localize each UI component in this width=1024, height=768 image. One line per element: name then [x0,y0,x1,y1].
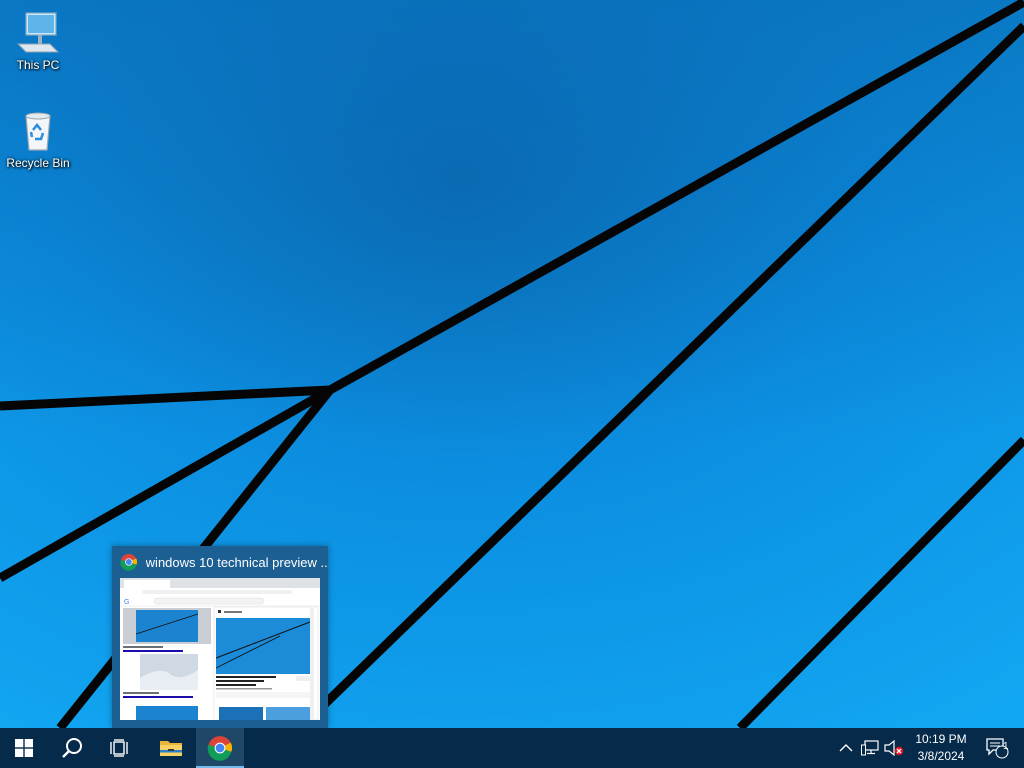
preview-thumbnail[interactable]: G [120,578,320,720]
taskbar-thumbnail-preview[interactable]: windows 10 technical preview ... G [112,546,328,728]
chrome-icon [207,736,233,761]
chrome-icon [120,553,138,571]
volume-button[interactable] [882,728,906,768]
task-view-icon [110,739,128,757]
network-button[interactable] [858,728,882,768]
browser-window-thumbnail: G [120,578,320,720]
desktop-icon-this-pc[interactable]: This PC [0,8,76,72]
action-center-button[interactable]: 1 [980,728,1014,768]
desktop-icon-label: Recycle Bin [6,156,70,170]
volume-muted-icon [884,740,904,756]
desktop-icon-recycle-bin[interactable]: Recycle Bin [0,106,76,170]
network-icon [861,740,879,756]
notification-count-badge: 1 [1003,741,1009,752]
folder-icon [160,741,182,756]
start-button[interactable] [0,728,48,768]
search-icon [62,738,82,758]
clock-date: 3/8/2024 [917,749,965,763]
task-view-button[interactable] [96,728,144,768]
recycle-bin-icon [25,112,51,151]
taskbar: 10:19 PM 3/8/2024 1 [0,728,1024,768]
preview-header: windows 10 technical preview ... [112,546,328,578]
system-tray: 10:19 PM 3/8/2024 1 [824,728,1024,768]
clock[interactable]: 10:19 PM 3/8/2024 [908,728,974,768]
this-pc-icon [16,12,60,53]
file-explorer-button[interactable] [147,728,195,768]
chrome-taskbar-button[interactable] [196,728,244,768]
preview-title: windows 10 technical preview ... [145,554,328,570]
search-button[interactable] [48,728,96,768]
svg-text:G: G [124,599,129,606]
clock-time: 10:19 PM [915,732,967,746]
show-hidden-icons-button[interactable] [834,728,858,768]
windows-logo-icon [15,739,33,757]
desktop-icon-label: This PC [16,58,60,72]
chevron-up-icon [839,744,853,752]
